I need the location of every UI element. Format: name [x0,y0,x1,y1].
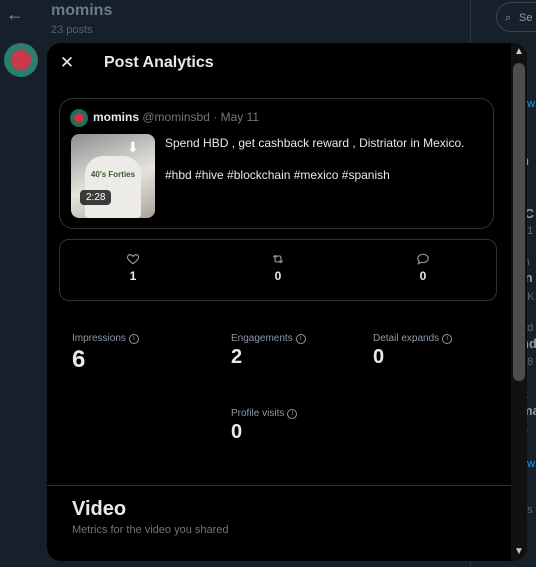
info-icon[interactable]: i [442,334,453,344]
modal-header: ✕ Post Analytics [47,43,512,85]
impressions-label: Impressions i [72,333,139,344]
tweet-author-name: momins [93,110,140,124]
modal-scrollbar[interactable]: ▲ ▼ [511,43,527,561]
tweet-avatar [70,109,88,127]
reposts-stat: 0 [258,252,298,283]
reply-icon [417,253,429,265]
thumbnail-print-text: 40's Forties [90,170,136,179]
search-placeholder: Se [519,12,533,24]
video-thumbnail[interactable]: 40's Forties ⬇ 2:28 [71,134,155,218]
heart-icon [126,254,140,265]
tweet-text: Spend HBD , get cashback reward , Distri… [165,136,465,150]
detail-expands-value: 0 [373,346,385,368]
scrollbar-thumb[interactable] [513,63,525,381]
info-icon[interactable]: i [295,334,306,344]
avatar[interactable] [4,43,38,77]
repost-icon [272,254,284,264]
engagement-stats-card: 1 0 0 [59,239,497,301]
video-section-subtitle: Metrics for the video you shared [72,524,229,536]
profile-visits-value: 0 [231,421,243,443]
thumbnail-shirt [85,156,141,218]
tweet-author-handle: @mominsbd [142,110,210,124]
post-count: 23 posts [51,24,93,36]
info-icon[interactable]: i [128,334,139,344]
scroll-down-icon[interactable]: ▼ [511,545,527,559]
tweet-date: May 11 [220,110,260,124]
search-input[interactable]: ⌕ Se [496,2,536,32]
reposts-count: 0 [274,269,282,283]
tweet-separator: · [213,110,218,124]
tweet-hashtags[interactable]: #hbd #hive #blockchain #mexico #spanish [165,167,485,183]
video-duration-badge: 2:28 [80,190,112,205]
detail-expands-metric: Detail expands i 0 [373,333,453,369]
replies-count: 0 [419,269,427,283]
likes-stat: 1 [113,252,153,283]
tweet-meta: momins @mominsbd · May 11 [93,110,259,124]
profile-name: momins [51,2,113,19]
video-section-title: Video [72,498,127,520]
replies-stat: 0 [403,252,443,283]
profile-header: ← momins 23 posts [0,0,470,44]
engagements-value: 2 [231,346,243,368]
likes-count: 1 [129,269,137,283]
profile-visits-label: Profile visits i [231,408,298,419]
arrow-down-icon: ⬇ [127,139,139,155]
post-analytics-modal: ✕ Post Analytics momins @mominsbd · May … [47,43,527,561]
impressions-metric: Impressions i 6 [72,333,139,374]
engagements-metric: Engagements i 2 [231,333,306,369]
search-icon: ⌕ [505,12,512,24]
scroll-up-icon[interactable]: ▲ [511,45,527,59]
detail-expands-label: Detail expands i [373,333,453,344]
back-arrow-icon[interactable]: ← [6,4,26,28]
impressions-value: 6 [72,346,86,373]
close-icon[interactable]: ✕ [58,53,76,73]
section-divider [47,485,512,486]
tweet-preview-card[interactable]: momins @mominsbd · May 11 40's Forties ⬇… [59,98,494,229]
info-icon[interactable]: i [287,409,298,419]
modal-title: Post Analytics [104,54,214,71]
profile-visits-metric: Profile visits i 0 [231,408,298,444]
engagements-label: Engagements i [231,333,306,344]
